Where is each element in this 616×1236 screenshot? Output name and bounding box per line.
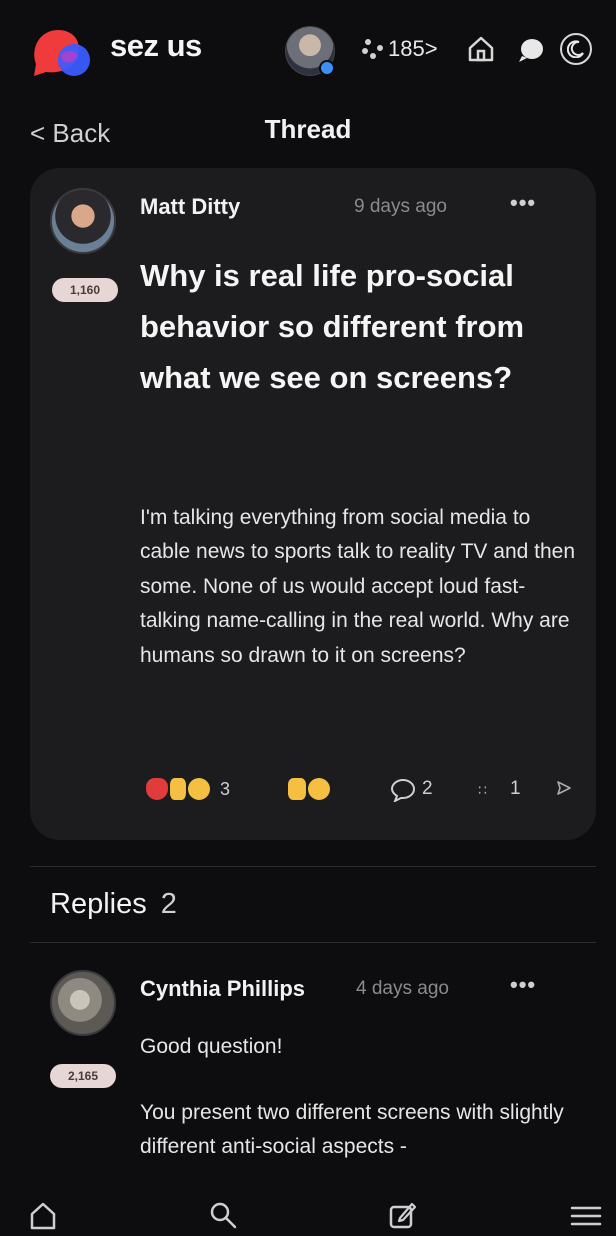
reply-paragraph: You present two different screens with s… [140,1101,564,1158]
reaction-count: 3 [220,778,231,799]
sezus-logo-icon[interactable] [30,26,92,78]
reply-paragraph: Good question! [140,1035,283,1058]
thinking-face-icon [188,778,210,800]
views-icon: ∷ [478,782,487,798]
moon-icon [567,40,584,58]
dark-mode-toggle[interactable] [560,33,592,65]
replies-label: Replies [50,888,147,920]
avatar[interactable] [50,188,116,254]
divider [30,942,596,943]
reactions-row: 3 2 ∷ 1 [30,768,596,808]
smile-face-icon [308,778,330,800]
reply-author[interactable]: Cynthia Phillips [140,976,305,1002]
share-icon[interactable] [556,780,572,796]
thumbs-down-icon [288,778,306,800]
author-score-badge: 2,165 [50,1064,116,1088]
post-author[interactable]: Matt Ditty [140,194,240,220]
brand-name[interactable]: sez us [110,28,202,64]
post-timestamp: 9 days ago [354,196,447,217]
replies-count: 2 [160,888,177,920]
thumbs-down-icon [170,778,186,800]
home-icon[interactable] [466,34,496,64]
comment-count: 2 [422,778,433,799]
comment-icon[interactable] [390,778,416,802]
bottom-nav [0,1190,616,1236]
reply-timestamp: 4 days ago [356,978,449,999]
search-icon[interactable] [208,1200,238,1230]
replies-heading: Replies 2 [50,888,177,921]
views-count: 1 [510,778,521,799]
reaction-group-2[interactable] [288,772,332,806]
page-title: Thread [264,114,352,144]
reply-more-button[interactable]: ••• [510,972,536,998]
post-title: Why is real life pro-social behavior so … [140,258,525,395]
reaction-group-1[interactable]: 3 [146,772,230,806]
reply-body: Good question! You present two different… [140,1030,590,1164]
post-more-button[interactable]: ••• [510,190,536,216]
author-score-badge: 1,160 [52,278,118,302]
menu-icon[interactable] [570,1200,602,1230]
points-link[interactable]: 185> [388,36,438,62]
avatar[interactable] [50,970,116,1036]
chat-bubble-icon[interactable] [516,36,546,64]
compose-icon[interactable] [388,1200,418,1230]
points-dots-icon [362,39,383,59]
heart-broken-icon [146,778,168,800]
top-bar: sez us 185> [0,0,616,100]
verified-badge-icon [319,60,335,76]
post-body: I'm talking everything from social media… [140,506,576,667]
home-icon[interactable] [28,1200,58,1230]
divider [30,866,596,867]
post-card: 1,160 Matt Ditty 9 days ago ••• Why is r… [30,168,596,840]
